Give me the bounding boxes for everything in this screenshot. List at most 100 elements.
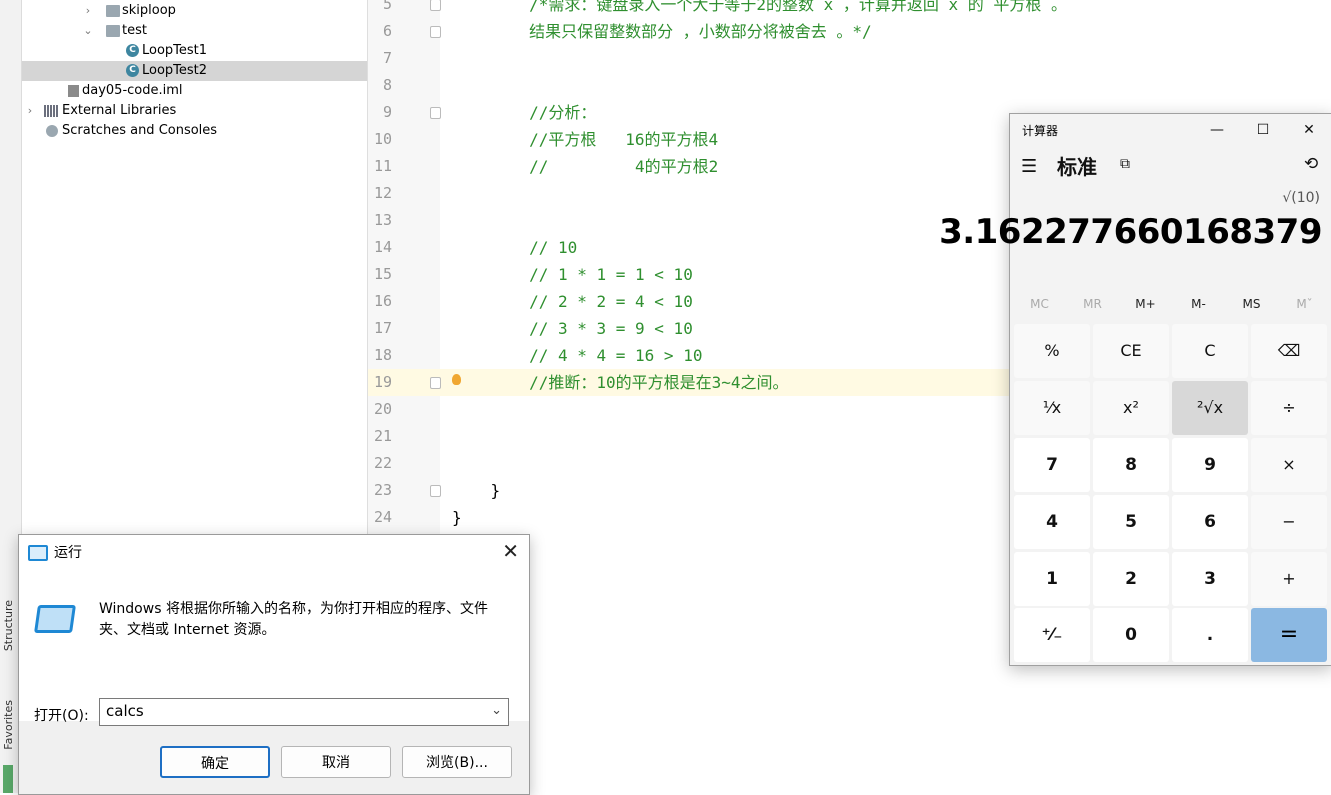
close-button[interactable]: ✕ <box>502 539 519 563</box>
line-number: 20 <box>373 400 392 418</box>
structure-tab[interactable]: Structure <box>2 600 15 651</box>
chevron-right-icon[interactable]: › <box>24 101 36 121</box>
line-number: 6 <box>382 22 392 40</box>
code-text: // 4的平方根2 <box>452 157 719 176</box>
digit-6-button[interactable]: 6 <box>1172 495 1248 549</box>
digit-7-button[interactable]: 7 <box>1014 438 1090 492</box>
chevron-down-icon[interactable]: ⌄ <box>82 21 94 41</box>
code-text: // 2 * 2 = 4 < 10 <box>452 292 693 311</box>
digit-8-button[interactable]: 8 <box>1093 438 1169 492</box>
line-number: 17 <box>373 319 392 337</box>
digit-3-button[interactable]: 3 <box>1172 552 1248 606</box>
folder-icon <box>106 5 120 17</box>
window-title: 计算器 <box>1022 124 1059 138</box>
memory-add-button[interactable]: M+ <box>1119 297 1172 311</box>
reciprocal-button[interactable]: ¹⁄x <box>1014 381 1090 435</box>
code-text: // 4 * 4 = 16 > 10 <box>452 346 703 365</box>
fold-marker-icon[interactable] <box>430 377 441 389</box>
library-icon <box>44 105 58 117</box>
add-button[interactable]: + <box>1251 552 1327 606</box>
module-file-icon <box>68 85 79 97</box>
java-class-icon: C <box>126 64 139 77</box>
memory-recall-button[interactable]: MR <box>1066 297 1119 311</box>
hamburger-icon[interactable]: ☰ <box>1021 156 1037 177</box>
digit-4-button[interactable]: 4 <box>1014 495 1090 549</box>
line-number: 14 <box>373 238 392 256</box>
chevron-right-icon[interactable]: › <box>82 1 94 21</box>
minimize-button[interactable]: — <box>1202 117 1232 143</box>
memory-store-button[interactable]: MS <box>1225 297 1278 311</box>
percent-button[interactable]: % <box>1014 324 1090 378</box>
decimal-point-button[interactable]: . <box>1172 608 1248 662</box>
memory-clear-button[interactable]: MC <box>1013 297 1066 311</box>
code-line[interactable]: 5 /*需求：键盘录入一个大于等于2的整数 x ，计算并返回 x 的 平方根 。 <box>368 0 1331 18</box>
tree-item-skiploop[interactable]: › skiploop <box>22 1 367 21</box>
code-text: // 10 <box>452 238 578 257</box>
backspace-button[interactable]: ⌫ <box>1251 324 1327 378</box>
tree-item-scratches[interactable]: Scratches and Consoles <box>22 121 367 141</box>
code-text: //平方根 16的平方根4 <box>452 130 719 149</box>
folder-icon <box>106 25 120 37</box>
square-root-button[interactable]: ²√x <box>1172 381 1248 435</box>
code-text: } <box>452 508 462 527</box>
line-number: 10 <box>373 130 392 148</box>
fold-marker-icon[interactable] <box>430 107 441 119</box>
code-text: } <box>452 481 501 500</box>
digit-9-button[interactable]: 9 <box>1172 438 1248 492</box>
tree-item-label: LoopTest1 <box>142 43 208 58</box>
code-text: //推断：10的平方根是在3~4之间。 <box>452 373 789 392</box>
tree-item-looptest1[interactable]: C LoopTest1 <box>22 41 367 61</box>
code-text: // 1 * 1 = 1 < 10 <box>452 265 693 284</box>
open-combobox[interactable]: calcs ⌄ <box>99 698 509 726</box>
dialog-body: Windows 将根据你所输入的名称，为你打开相应的程序、文件夹、文档或 Int… <box>19 569 529 726</box>
tree-item-test[interactable]: ⌄ test <box>22 21 367 41</box>
dialog-description: Windows 将根据你所输入的名称，为你打开相应的程序、文件夹、文档或 Int… <box>99 601 488 638</box>
code-line[interactable]: 7 <box>368 45 1331 72</box>
favorites-tab[interactable]: Favorites <box>2 700 15 750</box>
code-line[interactable]: 8 <box>368 72 1331 99</box>
digit-5-button[interactable]: 5 <box>1093 495 1169 549</box>
chevron-down-icon[interactable]: ⌄ <box>491 703 502 718</box>
subtract-button[interactable]: − <box>1251 495 1327 549</box>
line-number: 16 <box>373 292 392 310</box>
tree-item-iml[interactable]: day05-code.iml <box>22 81 367 101</box>
cancel-button[interactable]: 取消 <box>281 746 391 778</box>
equals-button[interactable]: = <box>1251 608 1327 662</box>
tree-item-looptest2[interactable]: C LoopTest2 <box>22 61 367 81</box>
line-number: 9 <box>382 103 392 121</box>
fold-marker-icon[interactable] <box>430 485 441 497</box>
maximize-button[interactable]: ☐ <box>1248 117 1278 143</box>
open-input-value[interactable]: calcs <box>106 702 144 720</box>
memory-list-button[interactable]: Mˇ <box>1278 297 1331 311</box>
browse-button[interactable]: 浏览(B)... <box>402 746 512 778</box>
java-class-icon: C <box>126 44 139 57</box>
divide-button[interactable]: ÷ <box>1251 381 1327 435</box>
dialog-titlebar: 运行 ✕ <box>19 535 529 569</box>
clear-button[interactable]: C <box>1172 324 1248 378</box>
line-number: 11 <box>373 157 392 175</box>
code-line[interactable]: 6 结果只保留整数部分 ，小数部分将被舍去 。*/ <box>368 18 1331 45</box>
digit-1-button[interactable]: 1 <box>1014 552 1090 606</box>
ok-button[interactable]: 确定 <box>160 746 270 778</box>
line-number: 13 <box>373 211 392 229</box>
line-number: 23 <box>373 481 392 499</box>
memory-subtract-button[interactable]: M- <box>1172 297 1225 311</box>
fold-marker-icon[interactable] <box>430 0 441 11</box>
negate-button[interactable]: ⁺⁄₋ <box>1014 608 1090 662</box>
tree-item-label: Scratches and Consoles <box>62 123 218 138</box>
tree-item-label: LoopTest2 <box>142 63 208 78</box>
fold-marker-icon[interactable] <box>430 26 441 38</box>
digit-0-button[interactable]: 0 <box>1093 608 1169 662</box>
close-button[interactable]: ✕ <box>1294 117 1324 143</box>
square-button[interactable]: x² <box>1093 381 1169 435</box>
open-label: 打开(O): <box>34 708 89 724</box>
digit-2-button[interactable]: 2 <box>1093 552 1169 606</box>
status-indicator <box>3 765 13 793</box>
tree-item-label: day05-code.iml <box>82 83 183 98</box>
tree-item-external-libraries[interactable]: › External Libraries <box>22 101 367 121</box>
keep-on-top-icon[interactable]: ⧉ <box>1120 156 1130 172</box>
clear-entry-button[interactable]: CE <box>1093 324 1169 378</box>
run-program-icon <box>34 605 76 633</box>
multiply-button[interactable]: × <box>1251 438 1327 492</box>
history-icon[interactable]: ⟲ <box>1304 154 1318 174</box>
